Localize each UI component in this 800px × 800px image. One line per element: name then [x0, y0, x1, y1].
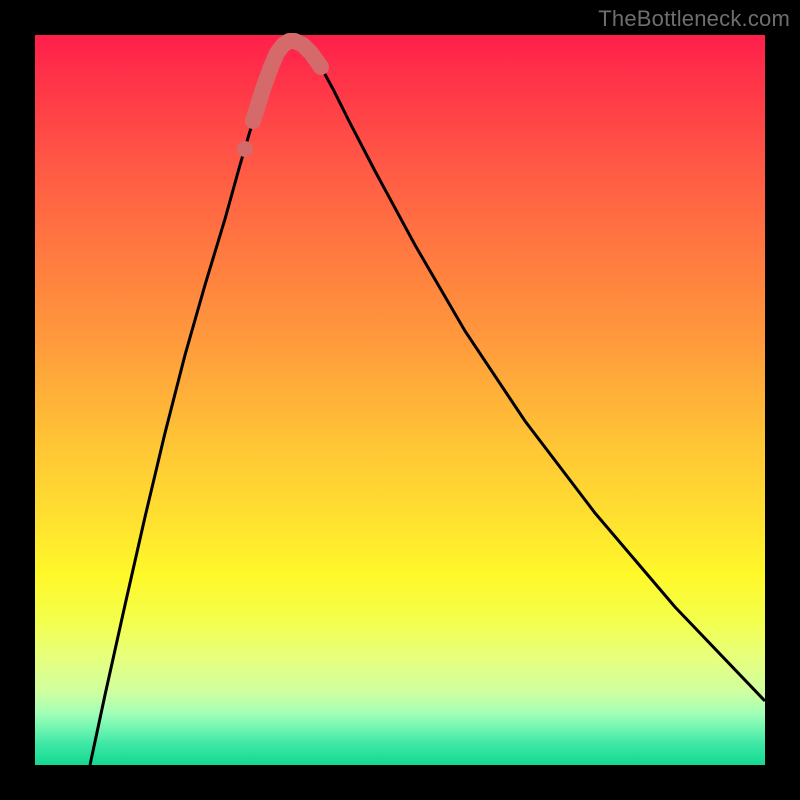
highlight-dot: [237, 141, 253, 157]
chart-svg-layer: [35, 35, 765, 765]
bottleneck-curve: [90, 41, 765, 765]
watermark-text: TheBottleneck.com: [598, 6, 790, 32]
chart-frame: TheBottleneck.com: [0, 0, 800, 800]
highlight-band: [253, 41, 321, 121]
